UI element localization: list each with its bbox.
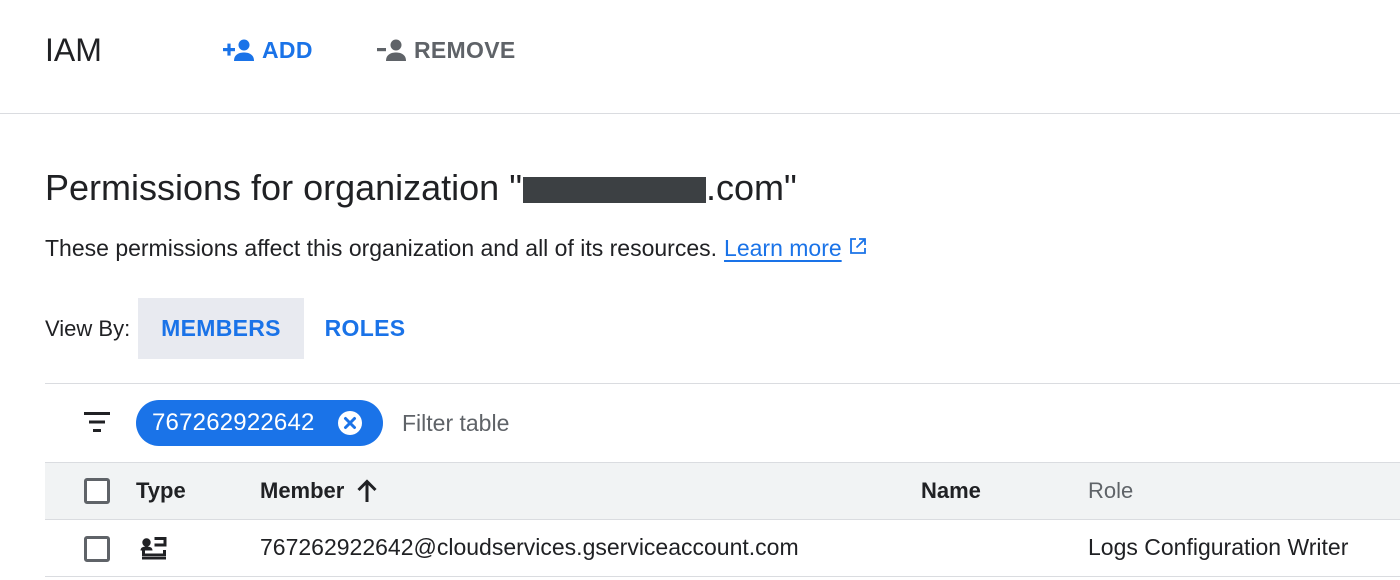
- app-title: IAM: [45, 32, 102, 68]
- person-remove-icon: [376, 38, 408, 62]
- tab-roles[interactable]: ROLES: [314, 298, 416, 359]
- filter-chip[interactable]: 767262922642: [136, 400, 383, 446]
- description-text: These permissions affect this organizati…: [45, 235, 718, 261]
- learn-more-link[interactable]: Learn more: [724, 233, 842, 263]
- column-header-member[interactable]: Member: [260, 477, 378, 505]
- chip-remove-icon[interactable]: [337, 410, 363, 443]
- column-header-name[interactable]: Name: [921, 477, 981, 505]
- remove-button-label: REMOVE: [414, 36, 516, 63]
- table-row[interactable]: 767262922642@cloudservices.gserviceaccou…: [45, 519, 1400, 577]
- page-title-suffix: .com": [705, 167, 797, 208]
- external-link-icon[interactable]: [848, 233, 868, 263]
- page-title: Permissions for organization " .com": [45, 165, 797, 211]
- sort-ascending-icon: [357, 479, 377, 502]
- section-divider: [45, 383, 1400, 384]
- page-title-prefix: Permissions for organization ": [45, 167, 522, 208]
- column-header-role[interactable]: Role: [1088, 477, 1133, 505]
- tab-members[interactable]: MEMBERS: [138, 298, 304, 359]
- top-bar: IAM ADD REMOVE: [0, 0, 1400, 114]
- filter-chip-label: 767262922642: [152, 409, 315, 436]
- filter-table-input[interactable]: [402, 404, 1302, 442]
- table-header: Type Member Name Role: [45, 462, 1400, 520]
- add-button-label: ADD: [262, 36, 313, 63]
- row-checkbox[interactable]: [84, 536, 110, 562]
- person-add-icon: [222, 38, 256, 62]
- column-header-member-label: Member: [260, 478, 345, 503]
- filter-list-icon[interactable]: [83, 409, 111, 440]
- redacted-organization-name: [522, 177, 706, 203]
- select-all-checkbox[interactable]: [84, 478, 110, 504]
- page-description: These permissions affect this organizati…: [45, 233, 868, 263]
- member-email: 767262922642@cloudservices.gserviceaccou…: [260, 534, 799, 560]
- service-account-icon: [140, 536, 168, 566]
- view-by-label: View By:: [45, 316, 131, 341]
- member-role: Logs Configuration Writer: [1088, 534, 1349, 560]
- remove-member-button[interactable]: REMOVE: [376, 32, 515, 68]
- column-header-type[interactable]: Type: [136, 477, 186, 505]
- add-member-button[interactable]: ADD: [222, 32, 313, 68]
